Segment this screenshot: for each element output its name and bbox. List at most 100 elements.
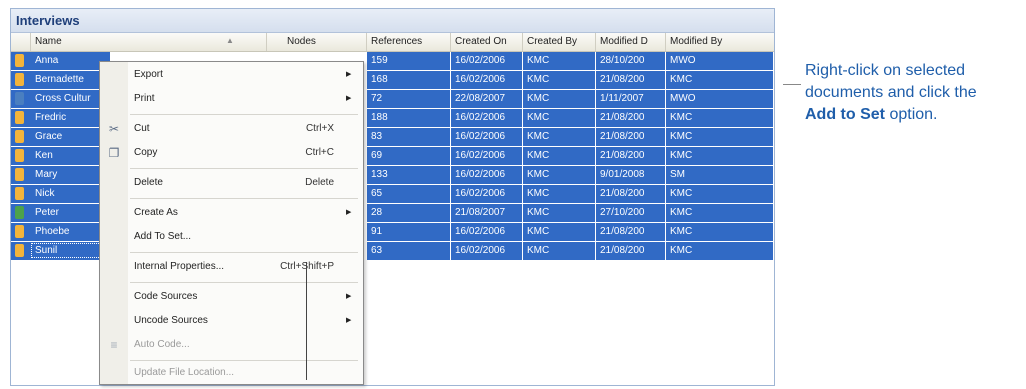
row-created-by-cell: KMC <box>523 128 596 146</box>
row-modified-on-cell: 21/08/200 <box>596 147 666 165</box>
callout-line-3: Add to Set option. <box>805 104 1020 126</box>
document-icon <box>15 92 24 105</box>
column-header-nodes[interactable]: Nodes <box>267 33 367 51</box>
menu-item-delete-shortcut: Delete <box>305 177 334 188</box>
row-references-cell: 159 <box>367 52 451 70</box>
callout-line-2: documents and click the <box>805 84 977 101</box>
document-icon <box>15 206 24 219</box>
row-created-on-cell: 16/02/2006 <box>451 223 523 241</box>
callout-leader-line <box>306 262 307 380</box>
copy-icon: ❐ <box>108 146 120 160</box>
panel-title: Interviews <box>11 9 774 33</box>
menu-item-delete[interactable]: Delete Delete <box>100 172 363 194</box>
submenu-arrow-icon: ▶ <box>346 293 352 300</box>
menu-item-uncode-sources[interactable]: Uncode Sources ▶ <box>100 310 363 332</box>
row-modified-by-cell: KMC <box>666 128 774 146</box>
row-references-cell: 28 <box>367 204 451 222</box>
column-header-modified-by[interactable]: Modified By <box>666 33 774 51</box>
row-modified-on-cell: 9/01/2008 <box>596 166 666 184</box>
menu-item-update-file-location: Update File Location... <box>100 362 363 384</box>
column-header-created-on[interactable]: Created On <box>451 33 523 51</box>
row-created-on-cell: 16/02/2006 <box>451 52 523 70</box>
menu-item-internal-properties-shortcut: Ctrl+Shift+P <box>280 261 334 272</box>
row-references-cell: 69 <box>367 147 451 165</box>
menu-item-auto-code: ≡ Auto Code... <box>100 334 363 356</box>
row-created-on-cell: 16/02/2006 <box>451 242 523 260</box>
row-modified-by-cell: KMC <box>666 147 774 165</box>
menu-item-copy[interactable]: ❐ Copy Ctrl+C <box>100 142 363 164</box>
row-created-on-cell: 22/08/2007 <box>451 90 523 108</box>
document-icon <box>15 225 24 238</box>
menu-item-cut[interactable]: ✂ Cut Ctrl+X <box>100 118 363 140</box>
row-references-cell: 72 <box>367 90 451 108</box>
menu-item-create-as-label: Create As <box>134 207 178 218</box>
menu-item-uncode-sources-label: Uncode Sources <box>134 315 208 326</box>
row-created-by-cell: KMC <box>523 109 596 127</box>
row-modified-by-cell: KMC <box>666 204 774 222</box>
column-header-references[interactable]: References <box>367 33 451 51</box>
document-icon <box>15 54 24 67</box>
row-created-by-cell: KMC <box>523 204 596 222</box>
row-created-by-cell: KMC <box>523 185 596 203</box>
row-modified-on-cell: 1/11/2007 <box>596 90 666 108</box>
row-references-cell: 133 <box>367 166 451 184</box>
row-modified-on-cell: 21/08/200 <box>596 71 666 89</box>
menu-item-code-sources-label: Code Sources <box>134 291 198 302</box>
row-modified-on-cell: 21/08/200 <box>596 242 666 260</box>
focus-rectangle <box>31 243 105 258</box>
menu-item-add-to-set-label: Add To Set... <box>134 231 192 242</box>
menu-item-code-sources[interactable]: Code Sources ▶ <box>100 286 363 308</box>
row-created-by-cell: KMC <box>523 147 596 165</box>
menu-item-create-as[interactable]: Create As ▶ <box>100 202 363 224</box>
callout-suffix: option. <box>885 106 938 123</box>
row-created-by-cell: KMC <box>523 90 596 108</box>
row-references-cell: 63 <box>367 242 451 260</box>
menu-item-auto-code-label: Auto Code... <box>134 339 190 350</box>
menu-item-cut-shortcut: Ctrl+X <box>305 123 334 134</box>
row-created-on-cell: 16/02/2006 <box>451 128 523 146</box>
menu-item-print[interactable]: Print ▶ <box>100 88 363 110</box>
row-modified-by-cell: MWO <box>666 90 774 108</box>
submenu-arrow-icon: ▶ <box>346 317 352 324</box>
menu-item-internal-properties-label: Internal Properties... <box>134 261 225 272</box>
row-created-by-cell: KMC <box>523 71 596 89</box>
auto-code-icon: ≡ <box>110 338 118 352</box>
document-icon <box>15 149 24 162</box>
icon-column-header <box>11 33 31 51</box>
menu-item-export-label: Export <box>134 69 163 80</box>
column-header-row: Name ▲ Nodes References Created On Creat… <box>11 33 774 52</box>
menu-item-add-to-set[interactable]: Add To Set... <box>100 226 363 248</box>
submenu-arrow-icon: ▶ <box>346 95 352 102</box>
row-created-on-cell: 16/02/2006 <box>451 71 523 89</box>
row-created-on-cell: 16/02/2006 <box>451 147 523 165</box>
callout-pointer-line <box>783 84 801 85</box>
document-icon <box>15 168 24 181</box>
instruction-callout: Right-click on selected documents and cl… <box>805 60 1020 126</box>
menu-item-copy-shortcut: Ctrl+C <box>305 147 334 158</box>
row-modified-on-cell: 21/08/200 <box>596 109 666 127</box>
row-references-cell: 168 <box>367 71 451 89</box>
context-menu: Export ▶ Print ▶ ✂ Cut Ctrl+X ❐ Copy Ctr… <box>99 61 364 385</box>
menu-item-print-label: Print <box>134 93 155 104</box>
menu-item-internal-properties[interactable]: Internal Properties... Ctrl+Shift+P <box>100 256 363 278</box>
document-icon <box>15 130 24 143</box>
row-created-by-cell: KMC <box>523 166 596 184</box>
row-created-on-cell: 16/02/2006 <box>451 166 523 184</box>
menu-item-export[interactable]: Export ▶ <box>100 64 363 86</box>
row-created-on-cell: 16/02/2006 <box>451 109 523 127</box>
menu-item-delete-label: Delete <box>134 177 163 188</box>
menu-separator <box>130 360 358 361</box>
row-modified-by-cell: KMC <box>666 242 774 260</box>
row-modified-on-cell: 21/08/200 <box>596 185 666 203</box>
row-modified-on-cell: 27/10/200 <box>596 204 666 222</box>
column-header-modified-on[interactable]: Modified D <box>596 33 666 51</box>
document-icon <box>15 244 24 257</box>
submenu-arrow-icon: ▶ <box>346 209 352 216</box>
row-modified-on-cell: 28/10/200 <box>596 52 666 70</box>
row-modified-by-cell: KMC <box>666 109 774 127</box>
row-created-on-cell: 16/02/2006 <box>451 185 523 203</box>
sort-arrow-icon: ▲ <box>226 36 234 45</box>
column-header-created-by[interactable]: Created By <box>523 33 596 51</box>
row-modified-by-cell: KMC <box>666 223 774 241</box>
row-modified-by-cell: SM <box>666 166 774 184</box>
